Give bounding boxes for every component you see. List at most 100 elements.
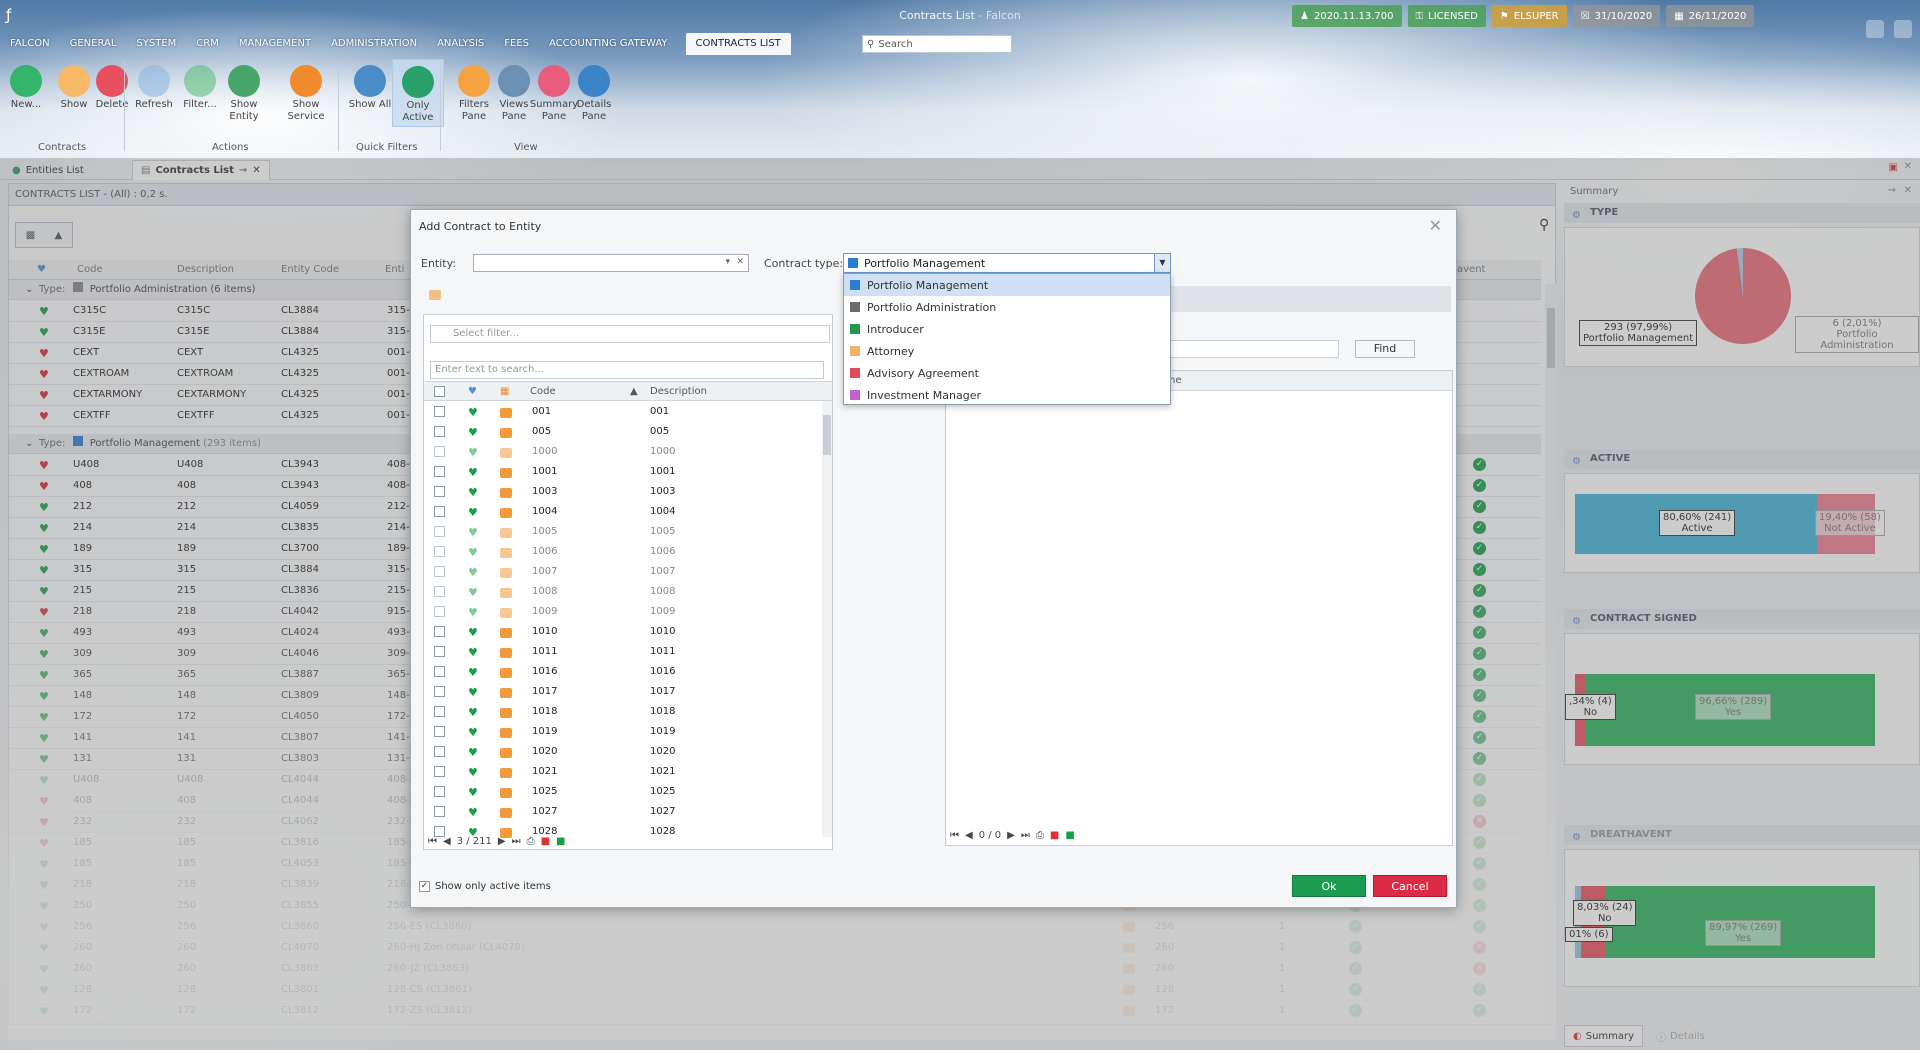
- show-all-button[interactable]: Show All: [344, 59, 396, 127]
- list-item[interactable]: ♥ 1019 1019: [424, 723, 820, 743]
- dropdown-option-portfolio-management[interactable]: Portfolio Management: [844, 274, 1170, 296]
- scroll-thumb[interactable]: [823, 415, 831, 455]
- print-icon[interactable]: ⎙: [1036, 830, 1044, 841]
- close-icon[interactable]: ✕: [1429, 216, 1442, 235]
- sort-asc-icon[interactable]: ▲: [630, 386, 638, 397]
- row-checkbox[interactable]: [434, 666, 445, 680]
- menu-administration[interactable]: ADMINISTRATION: [321, 33, 427, 55]
- row-checkbox[interactable]: [434, 606, 445, 620]
- menu-system[interactable]: SYSTEM: [126, 33, 186, 55]
- refresh-button[interactable]: Refresh: [128, 59, 180, 127]
- menu-general[interactable]: GENERAL: [60, 33, 127, 55]
- row-checkbox[interactable]: [434, 686, 445, 700]
- list-item[interactable]: ♥ 1006 1006: [424, 543, 820, 563]
- next-page-icon[interactable]: ▶: [1007, 830, 1015, 841]
- show-entity-button[interactable]: Show Entity: [218, 59, 270, 127]
- row-checkbox[interactable]: [434, 806, 445, 820]
- excel-icon[interactable]: ■: [556, 836, 565, 847]
- excel-icon[interactable]: ■: [1065, 830, 1074, 841]
- list-item[interactable]: ♥ 1025 1025: [424, 783, 820, 803]
- first-page-icon[interactable]: ⏮: [950, 830, 959, 841]
- list-item[interactable]: ♥ 1021 1021: [424, 763, 820, 783]
- row-checkbox[interactable]: [434, 486, 445, 500]
- contract-type-select[interactable]: Portfolio Management ▼: [843, 253, 1171, 273]
- row-checkbox[interactable]: [434, 466, 445, 480]
- dropdown-option-introducer[interactable]: Introducer: [844, 318, 1170, 340]
- list-item[interactable]: ♥ 1003 1003: [424, 483, 820, 503]
- row-checkbox[interactable]: [434, 546, 445, 560]
- row-checkbox[interactable]: [434, 786, 445, 800]
- select-all-checkbox[interactable]: [434, 386, 445, 400]
- list-item[interactable]: ♥ 005 005: [424, 423, 820, 443]
- show-active-checkbox[interactable]: ✓ Show only active items: [419, 881, 551, 892]
- text-search-input[interactable]: Enter text to search...: [430, 361, 824, 379]
- clear-icon[interactable]: ✕: [736, 257, 744, 267]
- prev-page-icon[interactable]: ◀: [443, 836, 451, 847]
- last-page-icon[interactable]: ⏭: [512, 836, 521, 847]
- left-scrollbar[interactable]: [822, 401, 832, 837]
- menu-contracts-list[interactable]: CONTRACTS LIST: [685, 33, 791, 55]
- column-description[interactable]: Description: [650, 386, 707, 397]
- list-item[interactable]: ♥ 1010 1010: [424, 623, 820, 643]
- list-item[interactable]: ♥ 1018 1018: [424, 703, 820, 723]
- menu-fees[interactable]: FEES: [494, 33, 539, 55]
- dropdown-option-advisory-agreement[interactable]: Advisory Agreement: [844, 362, 1170, 384]
- prev-page-icon[interactable]: ◀: [965, 830, 973, 841]
- row-checkbox[interactable]: [434, 426, 445, 440]
- list-item[interactable]: ♥ 1004 1004: [424, 503, 820, 523]
- find-button[interactable]: Find: [1355, 340, 1415, 358]
- row-checkbox[interactable]: [434, 446, 445, 460]
- column-code[interactable]: Code: [530, 386, 556, 397]
- chevron-down-icon[interactable]: ▾: [725, 257, 730, 267]
- dropdown-option-attorney[interactable]: Attorney: [844, 340, 1170, 362]
- row-checkbox[interactable]: [434, 586, 445, 600]
- row-checkbox[interactable]: [434, 726, 445, 740]
- row-checkbox[interactable]: [434, 746, 445, 760]
- list-item[interactable]: ♥ 1011 1011: [424, 643, 820, 663]
- dropdown-option-investment-manager[interactable]: Investment Manager: [844, 384, 1170, 406]
- row-checkbox[interactable]: [434, 506, 445, 520]
- last-page-icon[interactable]: ⏭: [1021, 830, 1030, 841]
- list-item[interactable]: ♥ 1000 1000: [424, 443, 820, 463]
- list-item[interactable]: ♥ 1005 1005: [424, 523, 820, 543]
- list-item[interactable]: ♥ 1017 1017: [424, 683, 820, 703]
- row-checkbox[interactable]: [434, 766, 445, 780]
- pdf-icon[interactable]: ■: [1050, 830, 1059, 841]
- list-item[interactable]: ♥ 1008 1008: [424, 583, 820, 603]
- list-item[interactable]: ♥ 001 001: [424, 403, 820, 423]
- list-item[interactable]: ♥ 1020 1020: [424, 743, 820, 763]
- show-service-button[interactable]: Show Service: [280, 59, 332, 127]
- menu-analysis[interactable]: ANALYSIS: [427, 33, 494, 55]
- menu-accounting-gateway[interactable]: ACCOUNTING GATEWAY: [539, 33, 678, 55]
- row-checkbox[interactable]: [434, 566, 445, 580]
- list-item[interactable]: ♥ 1027 1027: [424, 803, 820, 823]
- row-checkbox[interactable]: [434, 526, 445, 540]
- ok-button[interactable]: Ok: [1292, 875, 1366, 897]
- search-input[interactable]: ⚲ Search: [862, 35, 1012, 53]
- menu-falcon[interactable]: FALCON: [0, 33, 60, 55]
- list-item[interactable]: ♥ 1009 1009: [424, 603, 820, 623]
- cell-description: 1025: [650, 786, 676, 797]
- row-checkbox[interactable]: [434, 706, 445, 720]
- details-pane-button[interactable]: Details Pane: [568, 59, 620, 127]
- row-checkbox[interactable]: [434, 626, 445, 640]
- list-item[interactable]: ♥ 1016 1016: [424, 663, 820, 683]
- row-checkbox[interactable]: [434, 646, 445, 660]
- list-item[interactable]: ♥ 1001 1001: [424, 463, 820, 483]
- only-active-button[interactable]: Only Active: [392, 59, 444, 127]
- filter-select[interactable]: Select filter...: [430, 325, 830, 343]
- menu-management[interactable]: MANAGEMENT: [229, 33, 321, 55]
- row-checkbox[interactable]: [434, 406, 445, 420]
- pdf-icon[interactable]: ■: [541, 836, 550, 847]
- dropdown-option-portfolio-administration[interactable]: Portfolio Administration: [844, 296, 1170, 318]
- entity-field[interactable]: ▾ ✕: [473, 254, 749, 272]
- next-page-icon[interactable]: ▶: [498, 836, 506, 847]
- list-item[interactable]: ♥ 1007 1007: [424, 563, 820, 583]
- cancel-button[interactable]: Cancel: [1373, 875, 1447, 897]
- new-button[interactable]: New...: [0, 59, 52, 127]
- menu-crm[interactable]: CRM: [186, 33, 229, 55]
- first-page-icon[interactable]: ⏮: [428, 836, 437, 847]
- chevron-down-icon[interactable]: ▼: [1154, 254, 1170, 272]
- checkbox-checked[interactable]: ✓: [419, 881, 430, 892]
- print-icon[interactable]: ⎙: [527, 836, 535, 847]
